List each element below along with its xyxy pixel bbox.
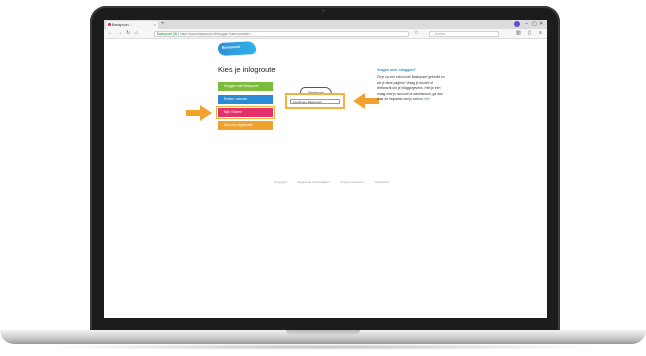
login-route-button-2[interactable]: Entree / account	[218, 95, 273, 104]
url-site-label: Basispoort (NL)	[157, 31, 180, 36]
forward-icon[interactable]: →	[117, 29, 122, 38]
profile-avatar[interactable]	[514, 21, 520, 27]
laptop-screen: Basispoort ... × + – ▢ ✕ ← → ↻ ⌂ Basispo…	[104, 20, 547, 318]
star-icon[interactable]: ☆	[414, 29, 418, 38]
search-input[interactable]: ⌕ Zoeken	[429, 30, 499, 37]
sidebar-icon[interactable]: ▯	[528, 29, 531, 38]
student-login-field[interactable]: Leerlingen Basispoort	[290, 99, 340, 104]
site-logo[interactable]: Basispoort	[217, 41, 257, 56]
close-window-button[interactable]: ✕	[539, 20, 543, 29]
maximize-button[interactable]: ▢	[532, 20, 537, 29]
browser-tab-bar: Basispoort ... × + – ▢ ✕	[104, 20, 547, 29]
footer-link-disclaimer[interactable]: Disclaimer	[375, 180, 389, 184]
arrow-right-icon	[186, 105, 212, 121]
back-icon[interactable]: ←	[108, 29, 113, 38]
info-link[interactable]: hier	[424, 97, 430, 101]
address-bar[interactable]: Basispoort (NL) https://www.basispoort.n…	[154, 30, 409, 37]
new-tab-button[interactable]: +	[161, 20, 165, 29]
library-icon[interactable]: ▥	[516, 29, 521, 38]
laptop-notch	[286, 330, 360, 335]
page-title: Kies je inlogroute	[218, 65, 276, 74]
browser-tab[interactable]: Basispoort ... ×	[106, 21, 158, 29]
arrow-left-icon	[353, 93, 379, 109]
favicon-icon	[108, 23, 111, 26]
footer-link-terms[interactable]: Algemene Voorwaarden	[298, 180, 330, 184]
tab-title: Basispoort ...	[112, 23, 133, 27]
login-route-button-4[interactable]: Kies een organisatie	[218, 121, 273, 130]
laptop-shadow	[40, 344, 606, 350]
highlight-frame	[216, 106, 275, 119]
browser-nav-bar: ← → ↻ ⌂ Basispoort (NL) https://www.basi…	[104, 29, 547, 39]
camera-dot	[322, 9, 325, 12]
home-icon[interactable]: ⌂	[135, 29, 138, 38]
info-paragraph: Zit je op een school die Basispoort gebr…	[377, 75, 445, 102]
footer-link-privacy[interactable]: Privacy statement	[340, 180, 364, 184]
login-route-button-1[interactable]: Inloggen met Basispoort	[218, 82, 273, 91]
search-placeholder: Zoeken	[434, 31, 446, 36]
info-text: Zit je op een school die Basispoort gebr…	[377, 75, 445, 103]
footer-link-copyright[interactable]: Copyright	[274, 180, 287, 184]
student-login-box[interactable]: Leerlingen Basispoort	[285, 93, 345, 109]
url-text: https://www.basispoort.nl/inloggen?namep…	[180, 31, 255, 36]
menu-icon[interactable]: ≡	[539, 29, 542, 38]
minimize-button[interactable]: –	[525, 20, 528, 29]
logo-text: Basispoort	[221, 44, 241, 50]
info-title: Vragen over inloggen?	[377, 68, 416, 72]
reload-icon[interactable]: ↻	[126, 29, 130, 38]
page-footer: Copyright Algemene Voorwaarden Privacy s…	[274, 180, 474, 184]
close-tab-icon[interactable]: ×	[154, 21, 156, 29]
